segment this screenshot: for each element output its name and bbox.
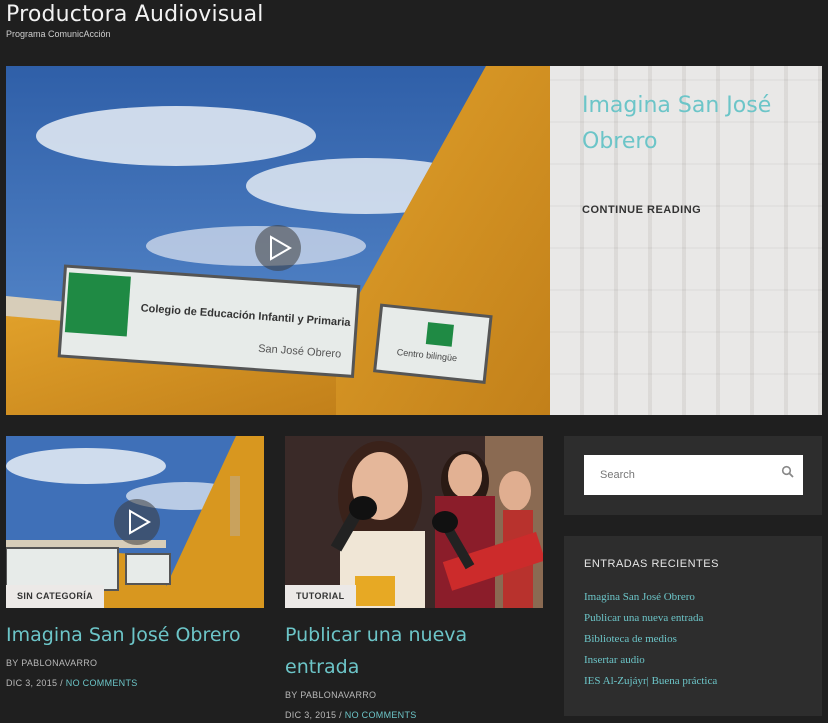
- category-badge[interactable]: SIN CATEGORÍA: [6, 585, 105, 608]
- post-date-line: DIC 3, 2015 / NO COMMENTS: [285, 705, 543, 723]
- post-author: BY PABLONAVARRO: [285, 690, 377, 700]
- recent-post-link[interactable]: IES Al-Zujáyr| Buena práctica: [584, 671, 802, 692]
- post-card: SIN CATEGORÍA Imagina San José Obrero BY…: [6, 436, 264, 693]
- post-title[interactable]: Publicar una nueva entrada: [285, 619, 543, 683]
- post-date-line: DIC 3, 2015 / NO COMMENTS: [6, 673, 264, 693]
- post-title[interactable]: Imagina San José Obrero: [6, 619, 264, 651]
- post-thumbnail[interactable]: SIN CATEGORÍA: [6, 436, 264, 608]
- search-box: [584, 455, 803, 495]
- site-description: Programa ComunicAcción: [6, 29, 111, 39]
- recent-post-link[interactable]: Insertar audio: [584, 650, 802, 671]
- recent-post-link[interactable]: Imagina San José Obrero: [584, 587, 802, 608]
- search-input[interactable]: [584, 455, 764, 495]
- post-meta: BY PABLONAVARRO DIC 3, 2015 / NO COMMENT…: [285, 685, 543, 723]
- recent-post-link[interactable]: Biblioteca de medios: [584, 629, 802, 650]
- featured-post-image[interactable]: Colegio de Educación Infantil y Primaria…: [6, 66, 550, 415]
- recent-posts-list: Imagina San José Obrero Publicar una nue…: [584, 587, 802, 692]
- recent-posts-widget: ENTRADAS RECIENTES Imagina San José Obre…: [564, 536, 822, 716]
- post-thumbnail[interactable]: TUTORIAL: [285, 436, 543, 608]
- continue-reading-link[interactable]: CONTINUE READING: [582, 204, 701, 216]
- post-meta: BY PABLONAVARRO DIC 3, 2015 / NO COMMENT…: [6, 653, 264, 693]
- post-date: DIC 3, 2015: [285, 710, 337, 720]
- play-icon[interactable]: [255, 225, 301, 271]
- comments-link[interactable]: NO COMMENTS: [345, 710, 417, 720]
- recent-post-link[interactable]: Publicar una nueva entrada: [584, 608, 802, 629]
- post-card: TUTORIAL Publicar una nueva entrada BY P…: [285, 436, 543, 723]
- featured-post-hero: Colegio de Educación Infantil y Primaria…: [6, 66, 822, 415]
- meta-separator: /: [339, 710, 342, 720]
- meta-separator: /: [60, 678, 63, 688]
- featured-post-panel: Imagina San José Obrero CONTINUE READING: [550, 66, 822, 415]
- widget-title: ENTRADAS RECIENTES: [584, 558, 719, 570]
- post-author: BY PABLONAVARRO: [6, 658, 98, 668]
- post-date: DIC 3, 2015: [6, 678, 58, 688]
- category-badge[interactable]: TUTORIAL: [285, 585, 356, 608]
- search-icon[interactable]: [781, 464, 795, 483]
- site-title[interactable]: Productora Audiovisual: [6, 2, 264, 27]
- search-widget: [564, 436, 822, 515]
- site-header: Productora Audiovisual Programa ComunicA…: [6, 2, 264, 39]
- featured-post-title[interactable]: Imagina San José Obrero: [582, 88, 812, 160]
- play-icon[interactable]: [114, 499, 160, 545]
- comments-link[interactable]: NO COMMENTS: [66, 678, 138, 688]
